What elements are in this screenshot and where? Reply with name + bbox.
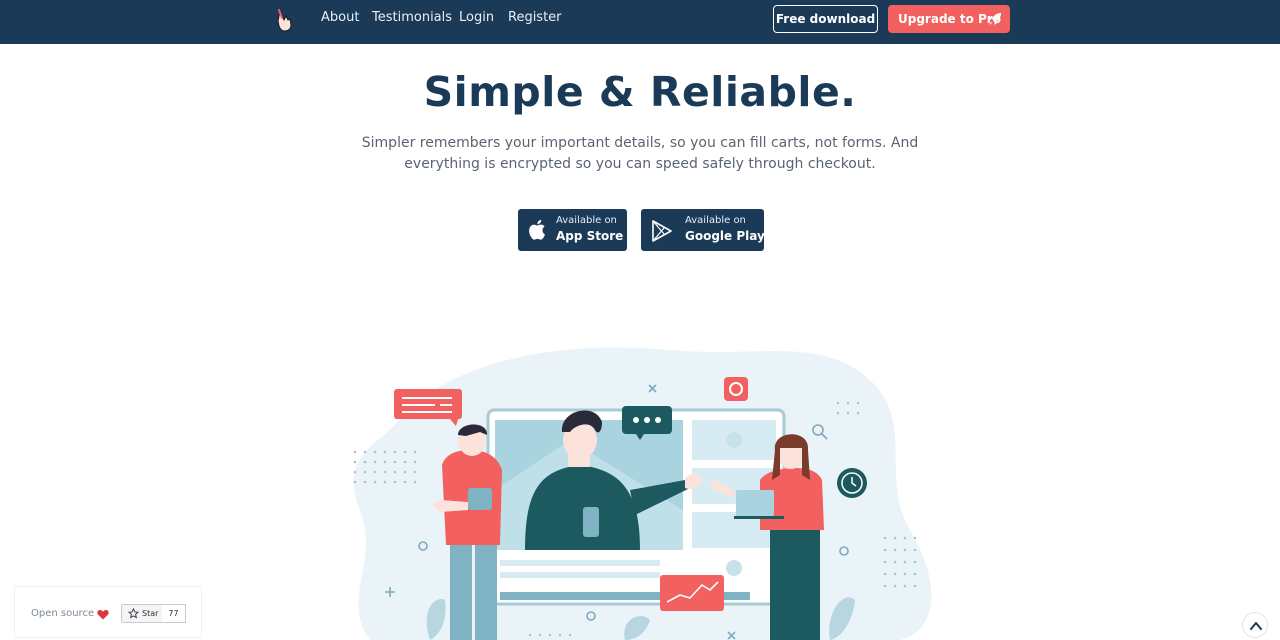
nav-testimonials[interactable]: Testimonials: [372, 9, 452, 27]
google-play-label: Google Play: [685, 229, 765, 243]
github-star-button[interactable]: Star: [121, 604, 163, 623]
app-store-small-label: Available on: [556, 215, 617, 226]
google-play-icon: [652, 220, 672, 242]
nav-login[interactable]: Login: [459, 9, 494, 27]
open-source-widget: Open source Star 77: [14, 586, 202, 638]
open-source-label: Open source: [31, 608, 95, 619]
app-store-button[interactable]: Available on App Store: [518, 209, 627, 251]
star-count[interactable]: 77: [162, 604, 186, 623]
navbar: About Testimonials Login Register Free d…: [0, 0, 1280, 44]
free-download-button[interactable]: Free download: [773, 5, 878, 33]
star-icon: [128, 608, 139, 619]
rocket-icon: [989, 13, 1001, 25]
hero-subtitle: Simpler remembers your important details…: [361, 135, 919, 172]
heart-icon: [97, 610, 109, 620]
app-store-label: App Store: [556, 229, 624, 243]
page-title: Simple & Reliable.: [423, 68, 857, 116]
nav-about[interactable]: About: [321, 9, 359, 27]
upgrade-to-pro-button[interactable]: Upgrade to Pro: [888, 5, 1010, 33]
apple-icon: [529, 219, 545, 240]
google-play-small-label: Available on: [685, 215, 746, 226]
scroll-to-top-button[interactable]: [1242, 612, 1268, 638]
star-label: Star: [142, 609, 159, 618]
hand-pointer-icon[interactable]: [274, 8, 296, 32]
nav-register[interactable]: Register: [508, 9, 562, 27]
chevron-up-icon: [1250, 622, 1262, 630]
upgrade-label: Upgrade to Pro: [898, 12, 1001, 26]
hero-illustration: [353, 347, 932, 640]
google-play-button[interactable]: Available on Google Play: [641, 209, 765, 251]
